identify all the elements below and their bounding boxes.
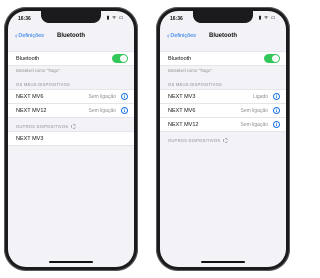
phone-screen: 16:36 ▮ ᯤ ▭ ‹Definições Bluetooth Blueto… <box>8 11 134 267</box>
page-title: Bluetooth <box>209 33 237 39</box>
info-icon[interactable]: i <box>121 93 128 100</box>
bluetooth-row: Bluetooth <box>160 51 286 66</box>
device-row[interactable]: NEXT MV12 Sem ligação i <box>160 118 286 132</box>
status-icons: ▮ ᯤ ▭ <box>106 15 124 21</box>
phone-left: 16:36 ▮ ᯤ ▭ ‹Definições Bluetooth Blueto… <box>4 7 138 271</box>
device-name: NEXT MV6 <box>168 107 196 114</box>
info-icon[interactable]: i <box>273 107 280 114</box>
settings-content: Bluetooth Detetável como "Tiago". OS MEU… <box>8 51 134 146</box>
device-row[interactable]: NEXT MV3 <box>8 131 134 146</box>
device-row[interactable]: NEXT MV3 Ligado i <box>160 89 286 104</box>
device-name: NEXT MV12 <box>168 121 199 128</box>
nav-bar: ‹Definições Bluetooth <box>160 29 286 43</box>
other-devices-label: OUTROS DISPOSITIVOS <box>16 124 69 129</box>
device-row[interactable]: NEXT MV6 Sem ligação i <box>8 89 134 104</box>
device-name: NEXT MV6 <box>16 93 44 100</box>
info-icon[interactable]: i <box>273 121 280 128</box>
device-status: Sem ligação <box>240 121 268 128</box>
my-devices-header: OS MEUS DISPOSITIVOS <box>168 82 223 87</box>
device-name: NEXT MV12 <box>16 107 47 114</box>
status-time: 16:36 <box>170 16 183 22</box>
bluetooth-label: Bluetooth <box>168 55 192 62</box>
device-name: NEXT MV3 <box>16 135 44 142</box>
device-row[interactable]: NEXT MV12 Sem ligação i <box>8 104 134 118</box>
status-bar: 16:36 ▮ ᯤ ▭ <box>8 15 134 25</box>
other-devices-header: OUTROS DISPOSITIVOS <box>8 118 134 131</box>
status-bar: 16:36 ▮ ᯤ ▭ <box>160 15 286 25</box>
page-title: Bluetooth <box>57 33 85 39</box>
bluetooth-row: Bluetooth <box>8 51 134 66</box>
home-indicator <box>201 261 245 263</box>
loading-spinner-icon <box>71 124 77 129</box>
detectable-note: Detetável como "Tiago". <box>168 68 213 73</box>
device-status: Sem ligação <box>88 107 116 114</box>
status-icons: ▮ ᯤ ▭ <box>258 15 276 21</box>
phone-right: 16:36 ▮ ᯤ ▭ ‹Definições Bluetooth Blueto… <box>156 7 290 271</box>
detectable-note: Detetável como "Tiago". <box>16 68 61 73</box>
device-row[interactable]: NEXT MV6 Sem ligação i <box>160 104 286 118</box>
device-name: NEXT MV3 <box>168 93 196 100</box>
my-devices-header: OS MEUS DISPOSITIVOS <box>16 82 71 87</box>
loading-spinner-icon <box>223 138 229 143</box>
other-devices-label: OUTROS DISPOSITIVOS <box>168 138 221 143</box>
home-indicator <box>49 261 93 263</box>
device-status: Ligado <box>252 93 268 100</box>
status-time: 16:36 <box>18 16 31 22</box>
bluetooth-toggle[interactable] <box>264 54 280 63</box>
bluetooth-label: Bluetooth <box>16 55 40 62</box>
device-status: Sem ligação <box>88 93 116 100</box>
other-devices-header: OUTROS DISPOSITIVOS <box>160 132 286 145</box>
info-icon[interactable]: i <box>273 93 280 100</box>
bluetooth-toggle[interactable] <box>112 54 128 63</box>
settings-content: Bluetooth Detetável como "Tiago". OS MEU… <box>160 51 286 145</box>
nav-bar: ‹Definições Bluetooth <box>8 29 134 43</box>
phone-screen: 16:36 ▮ ᯤ ▭ ‹Definições Bluetooth Blueto… <box>160 11 286 267</box>
device-status: Sem ligação <box>240 107 268 114</box>
info-icon[interactable]: i <box>121 107 128 114</box>
